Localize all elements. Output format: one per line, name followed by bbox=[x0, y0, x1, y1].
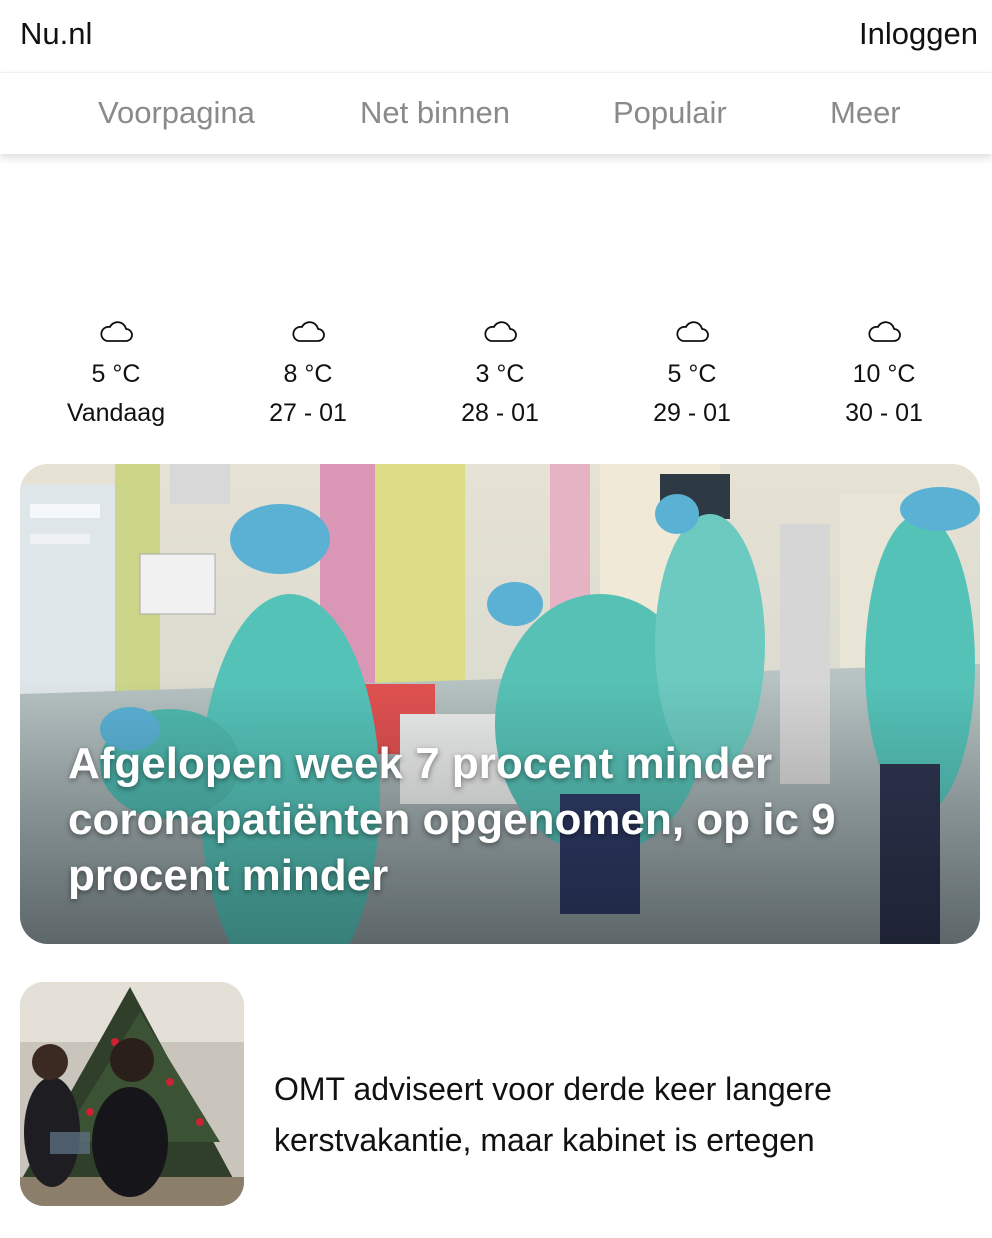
christmas-tree-image bbox=[20, 982, 244, 1206]
login-link[interactable]: Inloggen bbox=[859, 16, 978, 52]
weather-day[interactable]: 5 °C Vandaag bbox=[26, 318, 206, 428]
weather-date: Vandaag bbox=[66, 399, 166, 427]
hero-title[interactable]: Afgelopen week 7 procent minder coronapa… bbox=[68, 736, 948, 904]
nav-tab-voorpagina[interactable]: Voorpagina bbox=[98, 95, 255, 131]
top-bar: Nu.nl Inloggen bbox=[0, 0, 992, 72]
weather-temp: 5 °C bbox=[91, 360, 141, 388]
cloud-icon bbox=[484, 321, 517, 342]
weather-temp: 5 °C bbox=[667, 360, 717, 388]
weather-day[interactable]: 8 °C 27 - 01 bbox=[218, 318, 398, 428]
weather-date: 29 - 01 bbox=[653, 399, 731, 427]
weather-temp: 8 °C bbox=[283, 360, 333, 388]
article-thumbnail bbox=[20, 982, 244, 1206]
weather-day[interactable]: 5 °C 29 - 01 bbox=[602, 318, 782, 428]
weather-temp: 10 °C bbox=[852, 360, 916, 388]
weather-date: 28 - 01 bbox=[461, 399, 539, 427]
weather-temp: 3 °C bbox=[475, 360, 525, 388]
cloud-icon bbox=[100, 321, 133, 342]
main-nav: Voorpagina Net binnen Populair Meer bbox=[0, 72, 992, 154]
nav-tab-populair[interactable]: Populair bbox=[613, 95, 727, 131]
weather-forecast: 5 °C Vandaag 8 °C 27 - 01 3 °C 28 - 01 5… bbox=[0, 318, 992, 438]
cloud-icon bbox=[292, 321, 325, 342]
article-title[interactable]: OMT adviseert voor derde keer langere ke… bbox=[274, 1064, 954, 1166]
site-logo[interactable]: Nu.nl bbox=[20, 16, 92, 52]
weather-date: 30 - 01 bbox=[845, 399, 923, 427]
weather-date: 27 - 01 bbox=[269, 399, 347, 427]
article-item[interactable]: OMT adviseert voor derde keer langere ke… bbox=[20, 982, 980, 1206]
weather-day[interactable]: 10 °C 30 - 01 bbox=[794, 318, 974, 428]
nav-tab-meer[interactable]: Meer bbox=[830, 95, 901, 131]
nav-tab-net-binnen[interactable]: Net binnen bbox=[360, 95, 510, 131]
cloud-icon bbox=[676, 321, 709, 342]
cloud-icon bbox=[868, 321, 901, 342]
hero-article[interactable]: Afgelopen week 7 procent minder coronapa… bbox=[20, 464, 980, 944]
weather-day[interactable]: 3 °C 28 - 01 bbox=[410, 318, 590, 428]
